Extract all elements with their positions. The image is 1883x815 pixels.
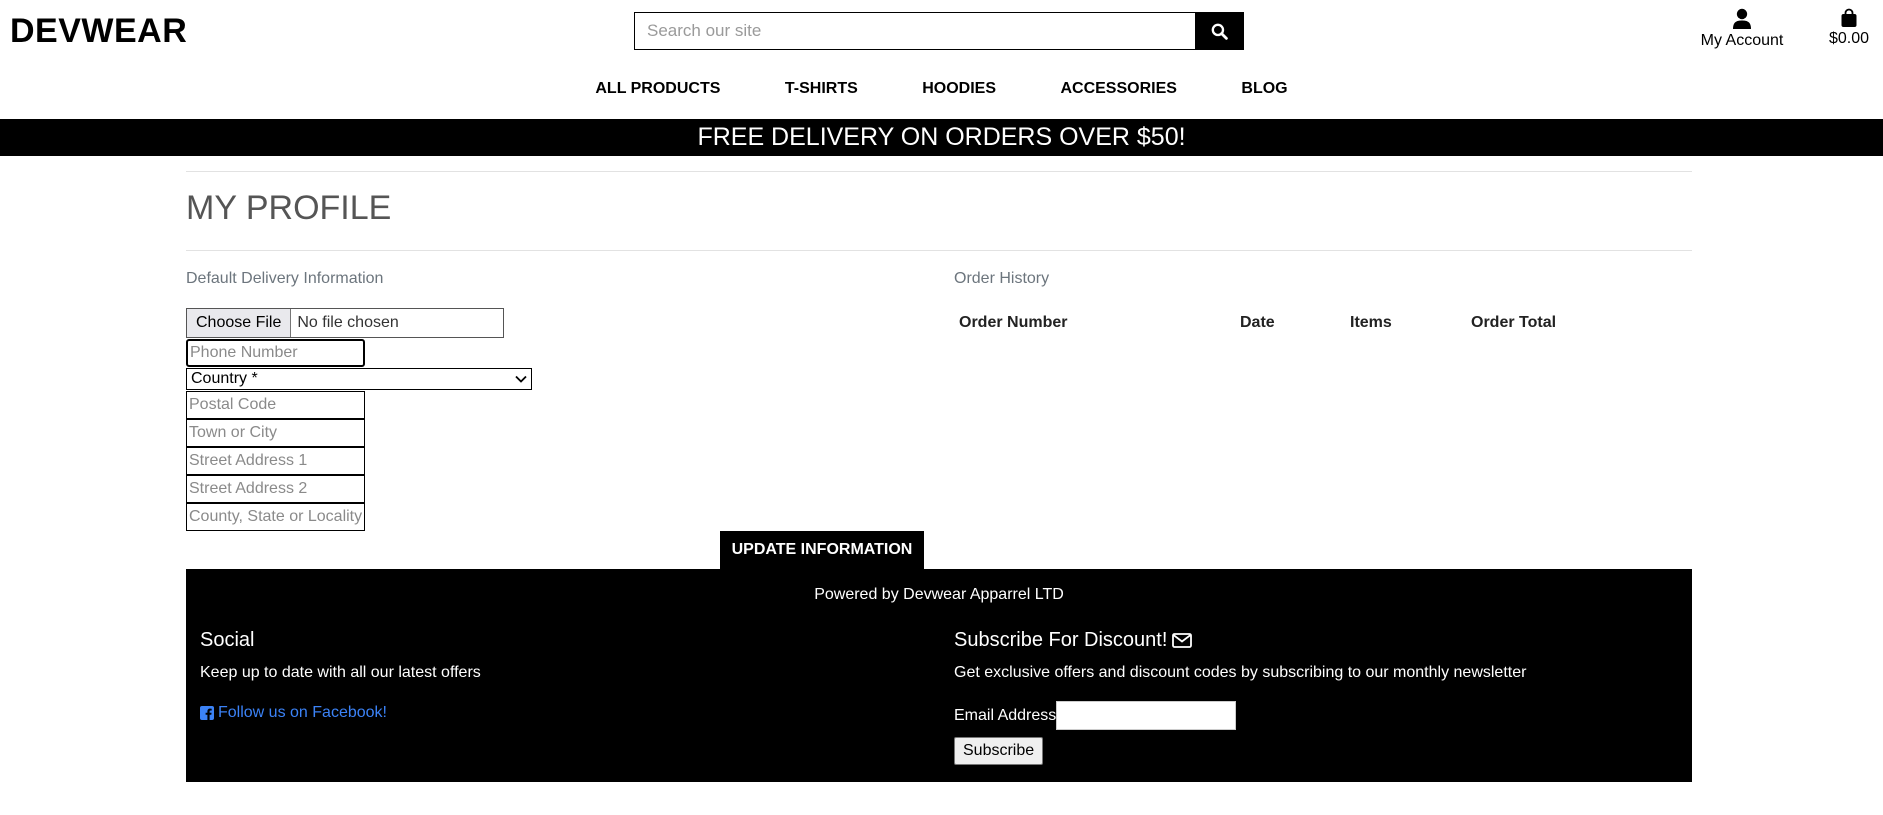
- subscribe-text: Get exclusive offers and discount codes …: [954, 664, 1527, 681]
- street-address-2-input[interactable]: [186, 475, 365, 503]
- postal-code-input[interactable]: [186, 391, 365, 419]
- site-footer: Powered by Devwear Apparrel LTD Social K…: [186, 569, 1692, 782]
- update-information-button[interactable]: UPDATE INFORMATION: [720, 531, 924, 569]
- country-select[interactable]: Country *: [186, 368, 532, 390]
- choose-file-button[interactable]: Choose File: [187, 309, 292, 337]
- my-account-link[interactable]: My Account: [1695, 8, 1789, 50]
- main-nav: ALL PRODUCTS T-SHIRTS HOODIES ACCESSORIE…: [0, 80, 1883, 98]
- nav-t-shirts[interactable]: T-SHIRTS: [785, 80, 858, 98]
- envelope-icon: [1172, 633, 1193, 648]
- subscribe-button[interactable]: Subscribe: [954, 737, 1044, 765]
- facebook-link-label: Follow us on Facebook!: [218, 704, 387, 721]
- subscribe-title: Subscribe For Discount!: [954, 629, 1168, 651]
- search-input[interactable]: [634, 12, 1195, 50]
- search-form: [634, 12, 1244, 50]
- town-city-input[interactable]: [186, 419, 365, 447]
- delivery-banner: FREE DELIVERY ON ORDERS OVER $50!: [0, 119, 1883, 156]
- nav-blog[interactable]: BLOG: [1241, 80, 1287, 98]
- shopping-bag-icon: [1841, 8, 1857, 27]
- site-logo[interactable]: DEVWEAR: [10, 12, 187, 51]
- email-input[interactable]: [1056, 701, 1236, 730]
- user-icon: [1733, 8, 1751, 29]
- street-address-1-input[interactable]: [186, 447, 365, 475]
- social-title: Social: [200, 629, 255, 651]
- delivery-info-heading: Default Delivery Information: [186, 270, 384, 287]
- column-order-total: Order Total: [1471, 314, 1557, 331]
- phone-number-input[interactable]: [186, 339, 365, 367]
- nav-hoodies[interactable]: HOODIES: [922, 80, 996, 98]
- nav-accessories[interactable]: ACCESSORIES: [1060, 80, 1176, 98]
- column-items: Items: [1350, 314, 1392, 331]
- subscribe-title-row: Subscribe For Discount!: [954, 629, 1193, 652]
- file-upload: Choose File No file chosen: [186, 308, 504, 338]
- county-input[interactable]: [186, 503, 365, 531]
- file-status: No file chosen: [297, 314, 399, 331]
- divider: [186, 250, 1692, 251]
- divider: [186, 171, 1692, 172]
- facebook-icon: [200, 706, 214, 720]
- order-history-heading: Order History: [954, 270, 1050, 287]
- country-select-value: Country *: [191, 370, 258, 387]
- facebook-link[interactable]: Follow us on Facebook!: [200, 704, 387, 722]
- cart-total: $0.00: [1828, 30, 1870, 47]
- chevron-down-icon: [515, 375, 527, 383]
- page-title: MY PROFILE: [186, 189, 392, 227]
- social-text: Keep up to date with all our latest offe…: [200, 664, 481, 681]
- nav-all-products[interactable]: ALL PRODUCTS: [595, 80, 720, 98]
- cart-link[interactable]: $0.00: [1820, 8, 1878, 48]
- column-date: Date: [1240, 314, 1275, 331]
- email-label: Email Address: [954, 707, 1057, 724]
- search-icon: [1211, 23, 1228, 40]
- column-order-number: Order Number: [959, 314, 1068, 331]
- my-account-label: My Account: [1700, 32, 1784, 49]
- powered-by: Powered by Devwear Apparrel LTD: [814, 586, 1064, 603]
- search-button[interactable]: [1195, 12, 1244, 50]
